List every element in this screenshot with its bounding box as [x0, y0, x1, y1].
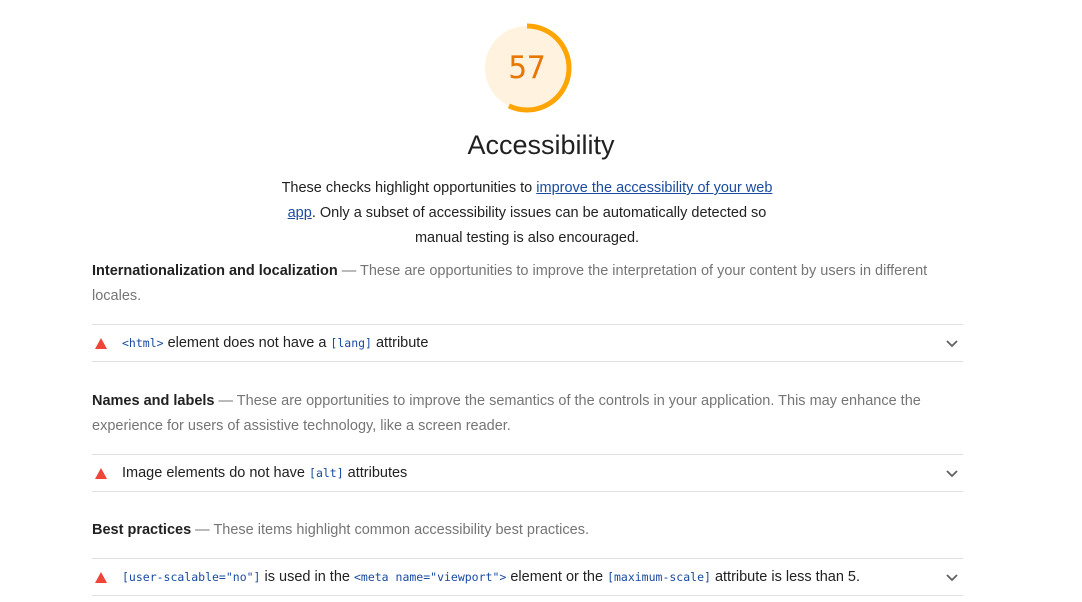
audit-html-has-lang[interactable]: <html> element does not have a [lang] at…: [92, 324, 963, 362]
fail-triangle-icon: [95, 338, 107, 349]
category-description-post: . Only a subset of accessibility issues …: [311, 205, 767, 246]
chevron-down-icon[interactable]: [945, 466, 959, 480]
group-title: Names and labels: [92, 393, 215, 409]
audit-text: element does not have a: [163, 335, 331, 351]
group-separator: —: [337, 263, 361, 279]
audit-title: <html> element does not have a [lang] at…: [122, 335, 428, 351]
audit-code-token: [user-scalable="no"]: [122, 570, 261, 584]
audit-text: is used in the: [260, 569, 354, 585]
fail-triangle-icon: [95, 468, 107, 479]
chevron-down-icon[interactable]: [945, 336, 959, 350]
group-separator: —: [214, 393, 237, 409]
category-description: These checks highlight opportunities to …: [271, 176, 783, 251]
audit-code-token: <meta name="viewport">: [353, 570, 507, 584]
audit-text: Image elements do not have: [122, 465, 310, 481]
category-title: Accessibility: [467, 130, 615, 160]
gauge-score-value: 57: [508, 50, 546, 86]
group-header-names-and-labels: Names and labels — These are opportuniti…: [92, 389, 952, 439]
category-description-pre: These checks highlight opportunities to: [281, 180, 537, 196]
audit-code-token: [maximum-scale]: [607, 570, 711, 584]
audit-meta-viewport[interactable]: [user-scalable="no"] is used in the <met…: [92, 558, 963, 596]
score-gauge[interactable]: 57: [482, 23, 572, 113]
lighthouse-report: 57 Accessibility These checks highlight …: [0, 0, 1082, 602]
audit-text: attribute is less than 5.: [710, 569, 861, 585]
group-description: These items highlight common accessibili…: [213, 522, 589, 538]
audit-code-token: [alt]: [309, 466, 344, 480]
group-header-best-practices: Best practices — These items highlight c…: [92, 518, 952, 543]
chevron-down-icon[interactable]: [945, 570, 959, 584]
audit-title: [user-scalable="no"] is used in the <met…: [122, 569, 860, 585]
group-title: Internationalization and localization: [92, 263, 338, 279]
audit-image-alt[interactable]: Image elements do not have [alt] attribu…: [92, 454, 963, 492]
audit-code-token: <html>: [122, 336, 164, 350]
audit-text: attributes: [343, 465, 408, 481]
audit-title: Image elements do not have [alt] attribu…: [122, 465, 407, 481]
fail-triangle-icon: [95, 572, 107, 583]
audit-code-token: [lang]: [330, 336, 372, 350]
group-title: Best practices: [92, 522, 192, 538]
audit-text: attribute: [371, 335, 429, 351]
group-header-internationalization: Internationalization and localization — …: [92, 259, 952, 309]
audit-text: element or the: [506, 569, 608, 585]
group-separator: —: [191, 522, 214, 538]
